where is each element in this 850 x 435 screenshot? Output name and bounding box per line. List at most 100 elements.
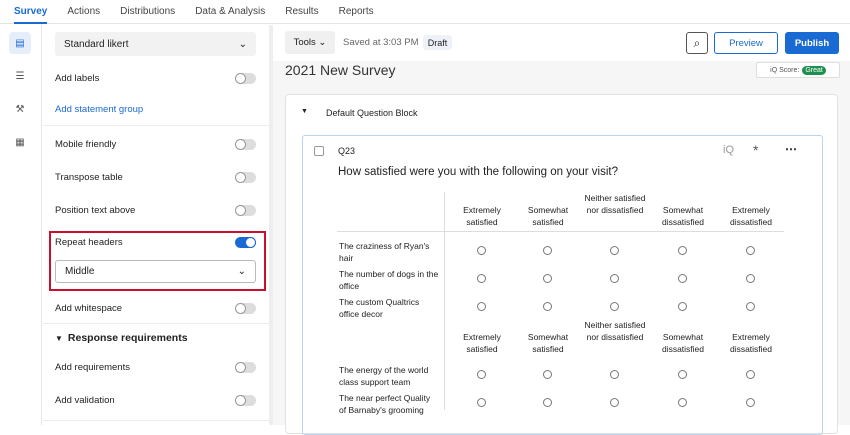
statement-label: The near perfect Quality of Barnaby's gr… <box>339 392 439 416</box>
tools-button[interactable]: Tools ⌄ <box>285 31 335 54</box>
survey-icon[interactable]: ▤ <box>9 32 31 54</box>
divider <box>43 420 269 421</box>
answer-type-select[interactable]: Standard likert⌄ <box>55 32 256 56</box>
collapse-block-icon[interactable]: ▼ <box>301 108 308 115</box>
question-q23[interactable]: Q23 iQ * ⋯ How satisfied were you with t… <box>302 135 823 435</box>
chevron-down-icon: ⌄ <box>318 37 326 48</box>
repeat-headers-select[interactable]: Middle⌄ <box>55 260 256 283</box>
column-header: Extremely satisfied <box>449 204 515 228</box>
radio-button[interactable] <box>746 370 755 379</box>
add-labels-label: Add labels <box>55 73 99 84</box>
radio-button[interactable] <box>678 246 687 255</box>
tab-distributions[interactable]: Distributions <box>120 6 175 17</box>
tab-reports[interactable]: Reports <box>339 6 374 17</box>
radio-button[interactable] <box>610 302 619 311</box>
tab-survey[interactable]: Survey <box>14 6 47 17</box>
radio-button[interactable] <box>678 274 687 283</box>
radio-button[interactable] <box>678 398 687 407</box>
publish-button[interactable]: Publish <box>785 32 839 54</box>
header-divider <box>337 231 784 232</box>
radio-button[interactable] <box>746 246 755 255</box>
add-whitespace-toggle[interactable] <box>235 303 256 314</box>
add-validation-row: Add validation <box>55 395 256 406</box>
add-requirements-label: Add requirements <box>55 362 130 373</box>
radio-button[interactable] <box>746 398 755 407</box>
radio-button[interactable] <box>477 370 486 379</box>
divider <box>43 125 269 126</box>
transpose-table-toggle[interactable] <box>235 172 256 183</box>
radio-button[interactable] <box>543 302 552 311</box>
response-requirements-label: Response requirements <box>68 332 188 344</box>
add-statement-group-link[interactable]: Add statement group <box>55 104 256 115</box>
radio-button[interactable] <box>610 398 619 407</box>
transpose-table-label: Transpose table <box>55 172 123 183</box>
repeat-headers-label: Repeat headers <box>55 237 123 248</box>
position-text-above-row: Position text above <box>55 205 256 216</box>
question-checkbox[interactable] <box>314 146 324 156</box>
answer-type-value: Standard likert <box>64 39 128 50</box>
iq-icon[interactable]: iQ <box>723 144 734 156</box>
block-title: Default Question Block <box>326 108 418 118</box>
add-validation-toggle[interactable] <box>235 395 256 406</box>
column-header: Somewhat satisfied <box>515 331 581 355</box>
add-labels-toggle[interactable] <box>235 73 256 84</box>
response-requirements-header[interactable]: ▼Response requirements <box>55 332 256 344</box>
paint-roller-icon[interactable]: ⚒ <box>9 98 31 120</box>
column-header: Extremely dissatisfied <box>718 204 784 228</box>
question-text: How satisfied were you with the followin… <box>338 166 618 178</box>
mobile-friendly-toggle[interactable] <box>235 139 256 150</box>
statement-label: The number of dogs in the office <box>339 268 439 292</box>
position-text-above-toggle[interactable] <box>235 205 256 216</box>
transpose-table-row: Transpose table <box>55 172 256 183</box>
radio-button[interactable] <box>543 274 552 283</box>
radio-button[interactable] <box>543 370 552 379</box>
label-column-divider <box>444 192 445 410</box>
repeat-headers-value: Middle <box>65 266 94 277</box>
radio-button[interactable] <box>477 302 486 311</box>
survey-title: 2021 New Survey <box>285 62 396 78</box>
asterisk-icon[interactable]: * <box>753 142 758 158</box>
statement-label: The craziness of Ryan's hair <box>339 240 439 264</box>
radio-button[interactable] <box>543 398 552 407</box>
radio-button[interactable] <box>610 274 619 283</box>
column-header: Neither satisfied nor dissatisfied <box>582 319 648 343</box>
iq-score[interactable]: iQ Score:Great <box>756 62 840 78</box>
tab-data-analysis[interactable]: Data & Analysis <box>195 6 265 17</box>
column-header: Extremely dissatisfied <box>718 331 784 355</box>
preview-button[interactable]: Preview <box>714 32 778 54</box>
blocks-icon[interactable]: ☰ <box>9 65 31 87</box>
tools-label: Tools <box>294 37 316 48</box>
add-labels-row: Add labels <box>55 73 256 84</box>
repeat-headers-toggle[interactable] <box>235 237 256 248</box>
more-options-icon[interactable]: ⋯ <box>785 142 797 156</box>
tab-results[interactable]: Results <box>285 6 318 17</box>
mobile-friendly-label: Mobile friendly <box>55 139 116 150</box>
add-requirements-toggle[interactable] <box>235 362 256 373</box>
radio-button[interactable] <box>477 246 486 255</box>
radio-button[interactable] <box>477 274 486 283</box>
statement-label: The energy of the world class support te… <box>339 364 439 388</box>
statement-label: The custom Qualtrics office decor <box>339 296 439 320</box>
search-icon[interactable]: ⌕ <box>686 32 708 54</box>
column-header: Somewhat dissatisfied <box>650 204 716 228</box>
radio-button[interactable] <box>746 274 755 283</box>
add-whitespace-label: Add whitespace <box>55 303 122 314</box>
tool-rail: ▤ ☰ ⚒ ▦ <box>0 25 42 425</box>
iq-score-badge: Great <box>802 66 826 75</box>
survey-editor: Tools ⌄ Saved at 3:03 PM Draft ⌕ Preview… <box>273 25 850 425</box>
position-text-above-label: Position text above <box>55 205 135 216</box>
radio-button[interactable] <box>678 370 687 379</box>
options-icon[interactable]: ▦ <box>9 131 31 153</box>
mobile-friendly-row: Mobile friendly <box>55 139 256 150</box>
question-id: Q23 <box>338 146 355 156</box>
radio-button[interactable] <box>610 246 619 255</box>
radio-button[interactable] <box>543 246 552 255</box>
radio-button[interactable] <box>678 302 687 311</box>
iq-score-label: iQ Score: <box>770 67 799 74</box>
radio-button[interactable] <box>610 370 619 379</box>
radio-button[interactable] <box>477 398 486 407</box>
tab-actions[interactable]: Actions <box>67 6 100 17</box>
radio-button[interactable] <box>746 302 755 311</box>
column-header: Neither satisfied nor dissatisfied <box>582 192 648 216</box>
saved-status: Saved at 3:03 PM <box>343 31 419 54</box>
